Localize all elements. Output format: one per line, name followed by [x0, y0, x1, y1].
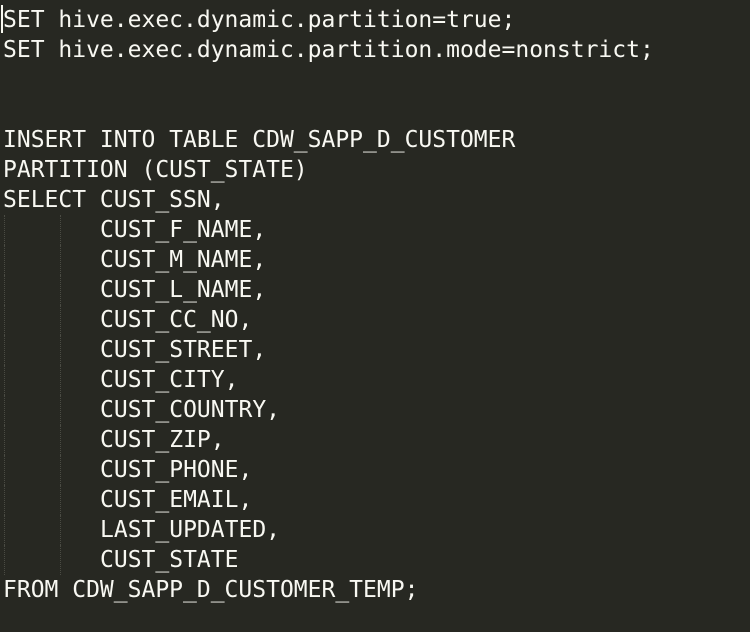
- indent-guide: [3, 515, 100, 545]
- code-line-9[interactable]: CUST_M_NAME,: [3, 245, 750, 275]
- code-line-5[interactable]: INSERT INTO TABLE CDW_SAPP_D_CUSTOMER: [3, 125, 750, 155]
- code-text: LAST_UPDATED,: [100, 517, 281, 543]
- indent-guide: [3, 455, 100, 485]
- code-text: CUST_L_NAME,: [100, 277, 267, 303]
- code-line-3[interactable]: [3, 65, 750, 95]
- code-line-16[interactable]: CUST_PHONE,: [3, 455, 750, 485]
- code-line-11[interactable]: CUST_CC_NO,: [3, 305, 750, 335]
- indent-guide: [3, 395, 100, 425]
- code-text: SELECT CUST_SSN,: [3, 187, 225, 213]
- code-line-10[interactable]: CUST_L_NAME,: [3, 275, 750, 305]
- code-text: CUST_M_NAME,: [100, 247, 267, 273]
- code-line-1[interactable]: SET hive.exec.dynamic.partition=true;: [3, 5, 750, 35]
- indent-guide: [3, 215, 100, 245]
- code-line-7[interactable]: SELECT CUST_SSN,: [3, 185, 750, 215]
- indent-guide: [3, 305, 100, 335]
- code-text: CUST_STREET,: [100, 337, 267, 363]
- indent-guide: [3, 425, 100, 455]
- indent-guide: [3, 245, 100, 275]
- code-line-20[interactable]: FROM CDW_SAPP_D_CUSTOMER_TEMP;: [3, 575, 750, 605]
- code-text: CUST_COUNTRY,: [100, 397, 281, 423]
- indent-guide: [3, 365, 100, 395]
- code-text: CUST_STATE: [100, 547, 239, 573]
- indent-guide: [3, 485, 100, 515]
- code-text: SET hive.exec.dynamic.partition.mode=non…: [3, 37, 654, 63]
- code-line-19[interactable]: CUST_STATE: [3, 545, 750, 575]
- code-text: CUST_CC_NO,: [100, 307, 253, 333]
- code-line-4[interactable]: [3, 95, 750, 125]
- code-line-18[interactable]: LAST_UPDATED,: [3, 515, 750, 545]
- code-line-12[interactable]: CUST_STREET,: [3, 335, 750, 365]
- code-text: PARTITION (CUST_STATE): [3, 157, 308, 183]
- code-line-17[interactable]: CUST_EMAIL,: [3, 485, 750, 515]
- code-line-15[interactable]: CUST_ZIP,: [3, 425, 750, 455]
- code-line-14[interactable]: CUST_COUNTRY,: [3, 395, 750, 425]
- code-text: SET hive.exec.dynamic.partition=true;: [3, 7, 516, 33]
- code-text: FROM CDW_SAPP_D_CUSTOMER_TEMP;: [3, 577, 419, 603]
- code-editor[interactable]: SET hive.exec.dynamic.partition=true; SE…: [0, 0, 750, 632]
- code-line-2[interactable]: SET hive.exec.dynamic.partition.mode=non…: [3, 35, 750, 65]
- code-line-6[interactable]: PARTITION (CUST_STATE): [3, 155, 750, 185]
- code-line-8[interactable]: CUST_F_NAME,: [3, 215, 750, 245]
- indent-guide: [3, 275, 100, 305]
- code-text: CUST_PHONE,: [100, 457, 253, 483]
- code-text: CUST_F_NAME,: [100, 217, 267, 243]
- code-text: CUST_EMAIL,: [100, 487, 253, 513]
- code-text: CUST_ZIP,: [100, 427, 225, 453]
- indent-guide: [3, 335, 100, 365]
- indent-guide: [3, 545, 100, 575]
- code-line-13[interactable]: CUST_CITY,: [3, 365, 750, 395]
- code-text: INSERT INTO TABLE CDW_SAPP_D_CUSTOMER: [3, 127, 516, 153]
- code-text: CUST_CITY,: [100, 367, 239, 393]
